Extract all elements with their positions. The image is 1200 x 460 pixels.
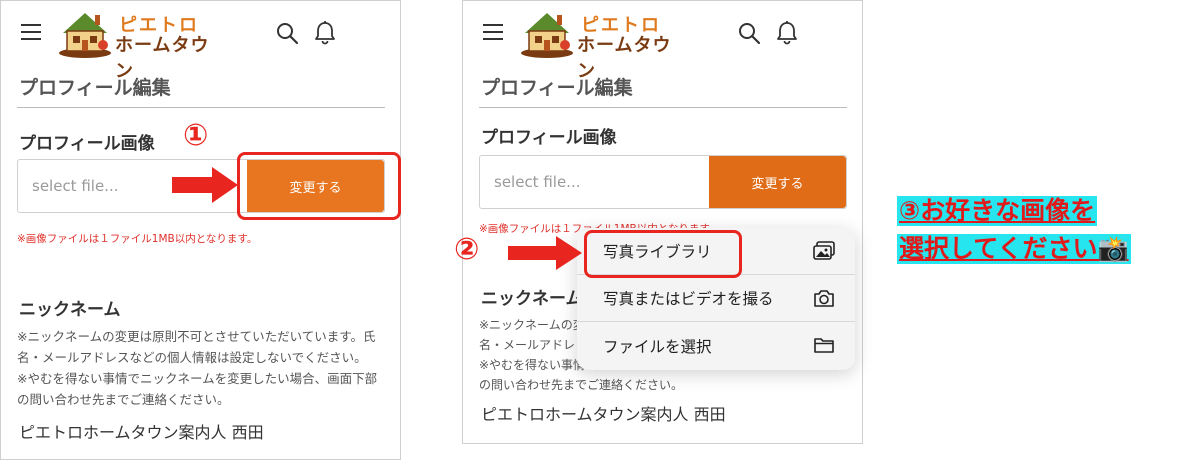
page-title: プロフィール編集 [19, 77, 171, 99]
search-icon[interactable] [737, 21, 761, 45]
highlight-photo-library [584, 230, 742, 278]
logo[interactable]: ピエトロ ホームタウン [519, 7, 689, 82]
logo[interactable]: ピエトロ ホームタウン [57, 7, 227, 82]
menu-icon[interactable] [483, 24, 505, 42]
folder-icon [814, 338, 834, 353]
highlight-change-button [237, 152, 401, 220]
nickname-desc-line: ※やむを得ない事情でニックネームを変更したい場合、画面下部 [17, 371, 378, 386]
nickname-label: ニックネーム [481, 289, 583, 309]
title-divider [479, 107, 847, 108]
file-size-note: ※画像ファイルは１ファイル1MB以内となります。 [17, 233, 258, 245]
search-icon[interactable] [275, 21, 299, 45]
instruction-line-1: ③お好きな画像を [897, 196, 1098, 226]
arrow-right-icon [172, 167, 238, 203]
bell-icon[interactable] [313, 20, 337, 46]
nickname-description: ※ニックネームの変更は原則不可とさせていただいています。氏 名・メールアドレスな… [17, 326, 389, 410]
nickname-value: ピエトロホームタウン案内人 西田 [481, 405, 726, 424]
nickname-value: ピエトロホームタウン案内人 西田 [19, 423, 264, 442]
app-header: ピエトロ ホームタウン [463, 1, 862, 82]
file-input[interactable]: select file... 変更する [479, 155, 847, 209]
instruction-line-2: 選択してください📸 [897, 234, 1131, 264]
photo-library-icon [813, 241, 835, 260]
menu-icon[interactable] [21, 24, 43, 42]
app-header: ピエトロ ホームタウン [1, 1, 400, 82]
title-divider [17, 107, 385, 108]
menu-item-take-photo[interactable]: 写真またはビデオを撮る [577, 275, 855, 322]
profile-image-label: プロフィール画像 [481, 128, 617, 148]
page-title: プロフィール編集 [481, 77, 633, 99]
change-image-button[interactable]: 変更する [709, 156, 846, 208]
file-placeholder: select file... [32, 177, 119, 195]
house-logo-icon [59, 13, 111, 58]
nickname-label: ニックネーム [19, 300, 121, 320]
arrow-right-icon [508, 236, 582, 270]
nickname-desc-line: 名・メールアドレスなどの個人情報は設定しないでください。 [17, 350, 367, 365]
phone-screen-2: ピエトロ ホームタウン プロフィール編集 プロフィール画像 select fil… [462, 0, 863, 444]
house-logo-icon [521, 13, 573, 58]
camera-icon [814, 290, 834, 307]
nickname-desc-line: ※ニックネームの変更は原則不可とさせていただいています。氏 [17, 329, 376, 344]
profile-image-label: プロフィール画像 [19, 134, 155, 154]
menu-item-label: 写真またはビデオを撮る [603, 290, 774, 308]
menu-item-choose-file[interactable]: ファイルを選択 [577, 322, 855, 369]
step-2-marker: ② [454, 232, 480, 267]
step-1-marker: ① [183, 118, 209, 153]
nickname-desc-line: の問い合わせ先までご連絡ください。 [17, 392, 230, 407]
nickname-desc-line: の問い合わせ先までご連絡ください。 [479, 378, 684, 392]
menu-item-label: ファイルを選択 [603, 337, 712, 356]
bell-icon[interactable] [775, 20, 799, 46]
file-placeholder: select file... [494, 173, 581, 191]
phone-screen-1: ピエトロ ホームタウン プロフィール編集 プロフィール画像 select fil… [0, 0, 401, 460]
